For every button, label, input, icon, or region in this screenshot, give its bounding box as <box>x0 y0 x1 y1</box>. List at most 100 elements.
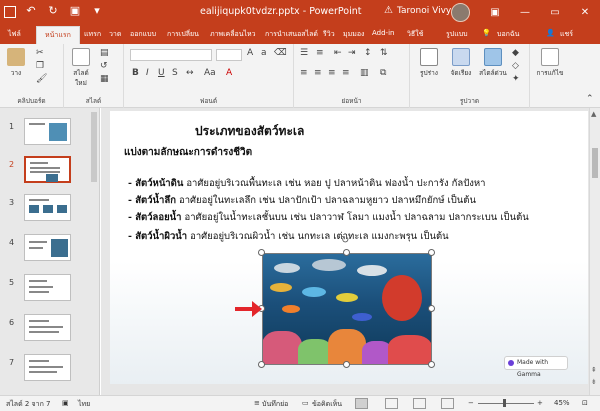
arrange-button[interactable]: จัดเรียง <box>446 48 476 78</box>
bold-icon[interactable]: B <box>132 68 139 78</box>
tab-transitions[interactable]: การเปลี่ยน <box>167 29 199 40</box>
editing-button[interactable]: การแก้ไข <box>534 48 566 78</box>
tab-animations[interactable]: ภาพเคลื่อนไหว <box>210 29 256 40</box>
share-button[interactable]: แชร์ <box>560 29 573 40</box>
justify-icon[interactable]: ≡ <box>342 68 350 78</box>
warning-icon[interactable]: ⚠ <box>384 5 393 16</box>
resize-handle[interactable] <box>258 249 265 256</box>
share-icon[interactable]: 👤 <box>546 29 555 37</box>
maximize-button[interactable]: ▭ <box>540 0 570 25</box>
scroll-up-icon[interactable]: ▲ <box>591 110 596 118</box>
text-direction-icon[interactable]: ⇅ <box>380 48 388 58</box>
normal-view-button[interactable] <box>355 398 368 409</box>
grow-font-icon[interactable]: A <box>247 48 253 58</box>
tab-file[interactable]: ไฟล์ <box>8 29 21 40</box>
tab-home[interactable]: หน้าแรก <box>36 26 80 44</box>
thumb-slide-7[interactable] <box>24 354 71 381</box>
bullet-item[interactable]: - สัตว์หน้าดิน อาศัยอยู่บริเวณพื้นทะเล เ… <box>128 176 486 191</box>
thumb-slide-3[interactable] <box>24 194 71 221</box>
present-icon[interactable]: ▣ <box>68 4 82 18</box>
quick-styles-button[interactable]: สไตล์ด่วน <box>478 48 508 78</box>
minimize-button[interactable]: — <box>510 0 540 25</box>
new-slide-button[interactable]: สไลด์ใหม่ <box>68 48 94 88</box>
tab-format[interactable]: รูปแบบ <box>446 29 468 40</box>
slide-title[interactable]: ประเภทของสัตว์ทะเล <box>195 122 304 141</box>
copy-icon[interactable]: ❐ <box>36 61 44 71</box>
canvas-scrollbar[interactable]: ▲ ⇞ ⇟ <box>589 108 600 395</box>
bullet-item[interactable]: - สัตว์ลอยน้ำ อาศัยอยู่ในน้ำทะเลชั้นบน เ… <box>128 210 529 225</box>
thumbnail-scrollbar[interactable] <box>91 112 97 182</box>
resize-handle[interactable] <box>343 249 350 256</box>
fit-to-window-icon[interactable]: ⊡ <box>582 399 588 407</box>
comments-button[interactable]: ข้อคิดเห็น <box>312 399 342 410</box>
zoom-in-button[interactable]: + <box>537 399 543 407</box>
zoom-out-button[interactable]: − <box>468 399 474 407</box>
format-painter-icon[interactable]: 🖌 <box>36 74 47 84</box>
resize-handle[interactable] <box>428 249 435 256</box>
ribbon-display-icon[interactable]: ▣ <box>480 0 510 25</box>
thumb-slide-5[interactable] <box>24 274 71 301</box>
tab-help[interactable]: วิธีใช้ <box>407 29 423 40</box>
scroll-thumb[interactable] <box>592 148 598 178</box>
bullets-icon[interactable]: ☰ <box>300 48 308 58</box>
increase-indent-icon[interactable]: ⇥ <box>348 48 356 58</box>
underline-icon[interactable]: U <box>158 68 165 78</box>
language-indicator[interactable]: ไทย <box>78 399 90 410</box>
comments-icon[interactable]: ▭ <box>302 399 309 407</box>
undo-icon[interactable]: ↶ <box>24 4 38 18</box>
tell-me-search[interactable]: บอกฉัน <box>497 29 519 40</box>
shape-fill-icon[interactable]: ◆ <box>512 48 519 58</box>
collapse-ribbon-icon[interactable]: ⌃ <box>586 94 594 104</box>
numbering-icon[interactable]: ≡ <box>316 48 324 58</box>
resize-handle[interactable] <box>428 361 435 368</box>
prev-slide-icon[interactable]: ⇞ <box>591 366 597 374</box>
clear-format-icon[interactable]: ⌫ <box>274 48 287 58</box>
slideshow-button[interactable] <box>441 398 454 409</box>
zoom-slider-handle[interactable] <box>503 399 506 407</box>
notes-icon[interactable]: ≡ <box>254 399 260 407</box>
tab-view[interactable]: มุมมอง <box>343 29 364 40</box>
thumb-slide-4[interactable] <box>24 234 71 261</box>
shapes-button[interactable]: รูปร่าง <box>414 48 444 78</box>
align-center-icon[interactable]: ≡ <box>314 68 322 78</box>
paste-button[interactable]: วาง <box>4 48 28 78</box>
spellcheck-icon[interactable]: ▣ <box>62 399 69 407</box>
zoom-slider[interactable] <box>478 403 534 404</box>
bullet-item[interactable]: - สัตว์น้ำลึก อาศัยอยู่ในทะเลลึก เช่น ปล… <box>128 193 476 208</box>
slide-subtitle[interactable]: แบ่งตามลักษณะการดำรงชีวิต <box>124 145 252 160</box>
font-size-box[interactable] <box>216 49 242 61</box>
tab-slideshow[interactable]: การนำเสนอสไลด์ <box>265 29 318 40</box>
thumb-slide-6[interactable] <box>24 314 71 341</box>
zoom-level[interactable]: 45% <box>554 399 570 407</box>
columns-icon[interactable]: ▥ <box>360 68 369 78</box>
cut-icon[interactable]: ✂ <box>36 48 44 58</box>
resize-handle[interactable] <box>258 361 265 368</box>
layout-icon[interactable]: ▤ <box>100 48 109 58</box>
char-spacing-icon[interactable]: ↔ <box>186 68 194 78</box>
thumb-slide-1[interactable] <box>24 118 71 145</box>
shape-outline-icon[interactable]: ◇ <box>512 61 519 71</box>
line-spacing-icon[interactable]: ↕ <box>364 48 372 58</box>
smartart-icon[interactable]: ⧉ <box>380 68 386 78</box>
notes-button[interactable]: บันทึกย่อ <box>262 399 288 410</box>
thumb-slide-2[interactable] <box>24 156 71 183</box>
resize-handle[interactable] <box>428 305 435 312</box>
decrease-indent-icon[interactable]: ⇤ <box>334 48 342 58</box>
tab-design[interactable]: ออกแบบ <box>130 29 156 40</box>
reading-view-button[interactable] <box>413 398 426 409</box>
close-button[interactable]: ✕ <box>570 0 600 25</box>
section-icon[interactable]: ▦ <box>100 74 109 84</box>
strikethrough-icon[interactable]: S <box>172 68 178 78</box>
tab-draw[interactable]: วาด <box>109 29 121 40</box>
save-icon[interactable] <box>4 5 16 18</box>
bullet-item[interactable]: - สัตว์น้ำผิวน้ำ อาศัยอยู่บริเวณผิวน้ำ เ… <box>128 229 449 244</box>
avatar[interactable] <box>451 3 470 22</box>
customize-toolbar-icon[interactable]: ▾ <box>90 4 104 18</box>
italic-icon[interactable]: I <box>146 68 149 78</box>
reset-icon[interactable]: ↺ <box>100 61 108 71</box>
font-name-box[interactable] <box>130 49 212 61</box>
align-left-icon[interactable]: ≡ <box>300 68 308 78</box>
shape-effects-icon[interactable]: ✦ <box>512 74 520 84</box>
next-slide-icon[interactable]: ⇟ <box>591 378 597 386</box>
tab-review[interactable]: รีวิว <box>323 29 335 40</box>
